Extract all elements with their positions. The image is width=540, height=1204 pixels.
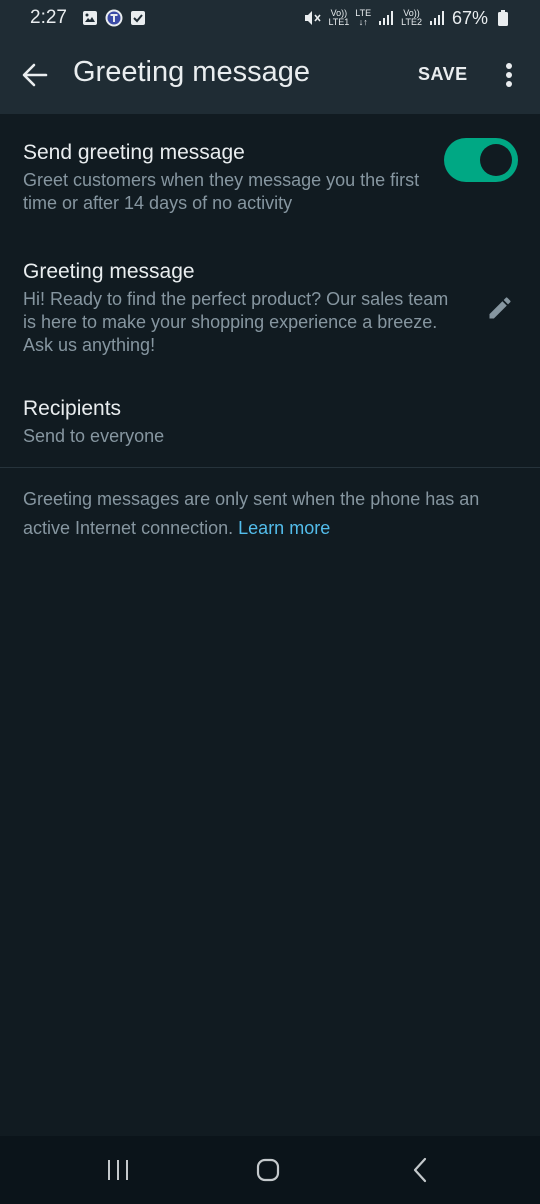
- learn-more-link[interactable]: Learn more: [238, 518, 330, 538]
- send-greeting-row[interactable]: Send greeting message Greet customers wh…: [23, 140, 517, 215]
- network-1-bottom: LTE1: [328, 17, 350, 27]
- recipients-title: Recipients: [23, 397, 122, 420]
- nav-back-button[interactable]: [400, 1154, 440, 1186]
- status-bar-left: 2:27: [30, 7, 147, 29]
- mute-icon: [304, 9, 322, 27]
- checkbox-icon: [129, 9, 147, 27]
- navigation-bar: [0, 1136, 540, 1204]
- more-options-button[interactable]: [496, 60, 522, 90]
- back-arrow-icon: [22, 63, 48, 87]
- divider: [0, 467, 540, 468]
- send-greeting-subtitle: Greet customers when they message you th…: [23, 170, 420, 213]
- gallery-icon: [81, 9, 99, 27]
- page-title: Greeting message: [73, 56, 310, 88]
- greeting-message-title: Greeting message: [23, 260, 195, 283]
- app-bar: Greeting message SAVE: [0, 36, 540, 114]
- status-bar: 2:27 Vo)) LTE1 LTE ↓↑ Vo)) LTE2 67%: [0, 0, 540, 36]
- signal-icon: [377, 9, 395, 27]
- recents-icon: [108, 1160, 128, 1180]
- app-notification-icon: [105, 9, 123, 27]
- recipients-value: Send to everyone: [23, 426, 165, 446]
- info-text-block: Greeting messages are only sent when the…: [23, 485, 523, 543]
- lte-bottom: ↓↑: [358, 17, 368, 27]
- status-time: 2:27: [30, 7, 67, 28]
- battery-icon: [494, 9, 512, 27]
- greeting-message-row[interactable]: Greeting message Hi! Ready to find the p…: [23, 259, 517, 357]
- home-button[interactable]: [248, 1154, 288, 1186]
- recents-button[interactable]: [98, 1154, 138, 1186]
- send-greeting-title: Send greeting message: [23, 141, 245, 164]
- back-button[interactable]: [18, 58, 52, 92]
- signal-icon: [428, 9, 446, 27]
- network-2-bottom: LTE2: [401, 17, 422, 27]
- edit-greeting-button[interactable]: [484, 292, 516, 324]
- battery-percent: 67%: [451, 7, 488, 28]
- lte-label: LTE ↓↑: [355, 9, 371, 27]
- send-greeting-toggle[interactable]: [444, 138, 518, 182]
- greeting-message-text: Hi! Ready to find the perfect product? O…: [23, 289, 449, 355]
- status-bar-right: Vo)) LTE1 LTE ↓↑ Vo)) LTE2 67%: [304, 8, 512, 29]
- chevron-left-icon: [413, 1157, 427, 1183]
- save-button[interactable]: SAVE: [418, 64, 468, 85]
- network-2-label: Vo)) LTE2: [401, 9, 422, 27]
- pencil-icon: [489, 297, 511, 319]
- network-1-label: Vo)) LTE1: [328, 9, 349, 27]
- more-vert-icon: [506, 63, 512, 87]
- toggle-knob: [480, 144, 512, 176]
- home-icon: [256, 1158, 280, 1182]
- recipients-row[interactable]: Recipients Send to everyone: [23, 396, 517, 448]
